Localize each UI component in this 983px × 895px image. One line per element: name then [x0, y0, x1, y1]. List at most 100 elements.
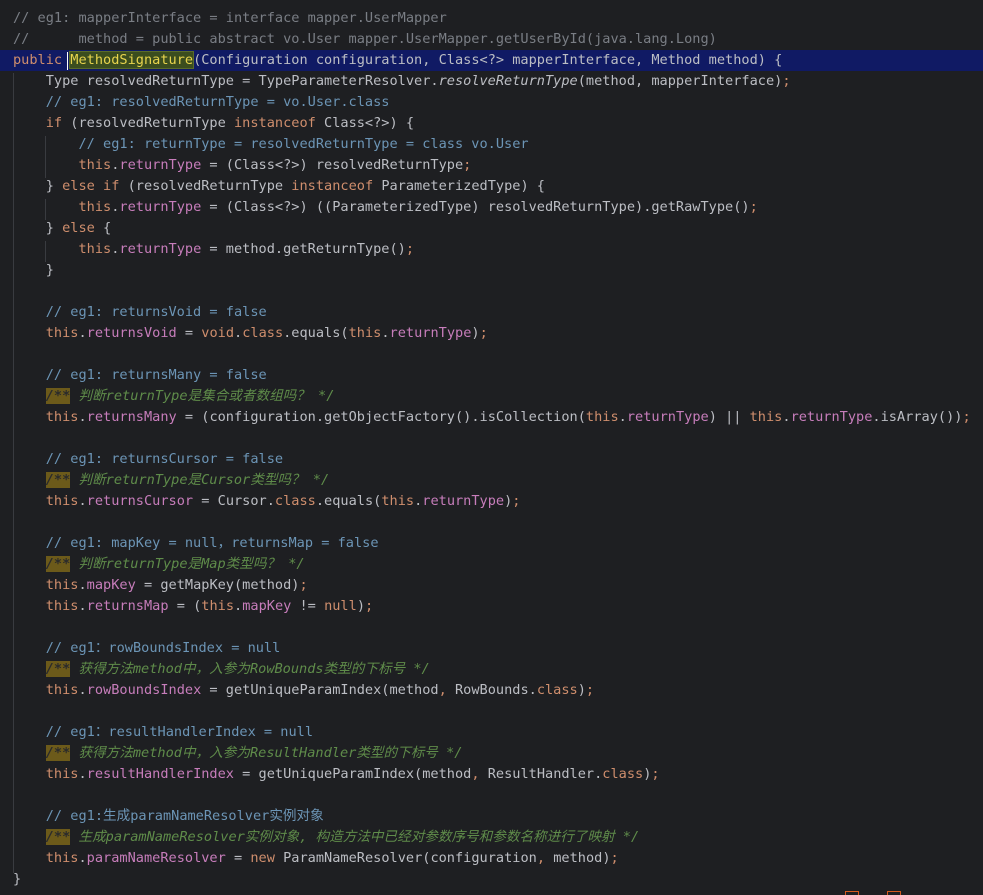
code-token: Class<?>) {: [324, 115, 415, 131]
code-token: this: [585, 409, 619, 425]
error-marker[interactable]: [845, 891, 859, 895]
code-line[interactable]: this.returnType = (Class<?>) ((Parameter…: [0, 197, 983, 218]
code-token: void: [201, 325, 235, 341]
code-line[interactable]: } else if (resolvedReturnType instanceof…: [0, 176, 983, 197]
code-line[interactable]: /** 判断returnType是Map类型吗？ */: [0, 554, 983, 575]
code-token: (resolvedReturnType: [70, 115, 234, 131]
code-line[interactable]: /** 获得方法method中，入参为RowBounds类型的下标号 */: [0, 659, 983, 680]
code-token: returnType: [389, 325, 472, 341]
code-token: // eg1: mapKey = null，returnsMap = false: [13, 535, 379, 551]
code-token: ParameterizedType) {: [381, 178, 545, 194]
code-token: ,: [438, 682, 455, 698]
code-line[interactable]: this.returnsMany = (configuration.getObj…: [0, 407, 983, 428]
code-token: .: [782, 409, 791, 425]
code-token: // method = public abstract vo.User mapp…: [13, 31, 717, 47]
code-token: =: [176, 325, 202, 341]
code-text: // eg1: returnType = resolvedReturnType …: [13, 134, 529, 155]
code-line[interactable]: }: [0, 869, 983, 890]
code-editor[interactable]: // eg1: mapperInterface = interface mapp…: [0, 0, 983, 895]
code-token: this: [13, 199, 112, 215]
code-text: // eg1：rowBoundsIndex = null: [13, 638, 281, 659]
code-line[interactable]: if (resolvedReturnType instanceof Class<…: [0, 113, 983, 134]
code-token: this: [13, 325, 79, 341]
code-text: /** 生成paramNameResolver实例对象, 构造方法中已经对参数序…: [13, 827, 639, 848]
code-token: !=: [291, 598, 325, 614]
code-line[interactable]: this.resultHandlerIndex = getUniqueParam…: [0, 764, 983, 785]
code-token: = (: [168, 598, 202, 614]
code-token: paramNameResolver: [86, 850, 226, 866]
code-line[interactable]: this.paramNameResolver = new ParamNameRe…: [0, 848, 983, 869]
code-line[interactable]: // eg1: returnsMany = false: [0, 365, 983, 386]
code-token: if: [13, 115, 71, 131]
code-token: ;: [651, 766, 660, 782]
code-line[interactable]: [0, 428, 983, 449]
code-token: // eg1: returnType = resolvedReturnType …: [13, 136, 529, 152]
code-token: .equals(: [283, 325, 349, 341]
code-line[interactable]: // eg1: mapperInterface = interface mapp…: [0, 8, 983, 29]
code-token: public: [13, 52, 71, 68]
code-line[interactable]: // eg1：resultHandlerIndex = null: [0, 722, 983, 743]
code-line[interactable]: Type resolvedReturnType = TypeParameterR…: [0, 71, 983, 92]
code-token: rowBoundsIndex: [86, 682, 202, 698]
code-token: this: [13, 598, 79, 614]
code-token: (method, mapperInterface): [577, 73, 783, 89]
code-token: {: [103, 220, 112, 236]
code-token: 获得方法method中，入参为RowBounds类型的下标号 */: [70, 661, 430, 677]
code-line[interactable]: this.returnType = method.getReturnType()…: [0, 239, 983, 260]
code-text: this.returnType = method.getReturnType()…: [13, 239, 414, 260]
code-line[interactable]: this.returnsVoid = void.class.equals(thi…: [0, 323, 983, 344]
code-line[interactable]: [0, 512, 983, 533]
code-line[interactable]: // eg1: resolvedReturnType = vo.User.cla…: [0, 92, 983, 113]
code-token: this: [13, 493, 79, 509]
code-token: .: [78, 766, 87, 782]
code-line[interactable]: this.mapKey = getMapKey(method);: [0, 575, 983, 596]
code-line[interactable]: // eg1: mapKey = null，returnsMap = false: [0, 533, 983, 554]
code-token: this: [348, 325, 382, 341]
code-token: .isArray()): [872, 409, 963, 425]
code-line[interactable]: [0, 701, 983, 722]
code-line[interactable]: [0, 281, 983, 302]
code-line[interactable]: // eg1: returnsCursor = false: [0, 449, 983, 470]
code-token: this: [13, 850, 79, 866]
code-line[interactable]: /** 判断returnType是Cursor类型吗？ */: [0, 470, 983, 491]
code-text: this.returnsMany = (configuration.getObj…: [13, 407, 971, 428]
code-line[interactable]: /** 生成paramNameResolver实例对象, 构造方法中已经对参数序…: [0, 827, 983, 848]
code-token: class: [536, 682, 578, 698]
code-line[interactable]: this.rowBoundsIndex = getUniqueParamInde…: [0, 680, 983, 701]
code-token: = getUniqueParamIndex(method: [234, 766, 472, 782]
code-token: returnsMany: [86, 409, 177, 425]
code-token: else if: [62, 178, 128, 194]
code-text: } else {: [13, 218, 111, 239]
code-line[interactable]: /** 判断returnType是集合或者数组吗？ */: [0, 386, 983, 407]
code-line[interactable]: [0, 344, 983, 365]
code-line[interactable]: // method = public abstract vo.User mapp…: [0, 29, 983, 50]
code-line[interactable]: // eg1: returnType = resolvedReturnType …: [0, 134, 983, 155]
code-line[interactable]: this.returnType = (Class<?>) resolvedRet…: [0, 155, 983, 176]
code-line[interactable]: } else {: [0, 218, 983, 239]
code-line[interactable]: }: [0, 260, 983, 281]
code-token: .: [78, 598, 87, 614]
code-token: // eg1: resolvedReturnType = vo.User.cla…: [13, 94, 390, 110]
code-line[interactable]: this.returnsMap = (this.mapKey != null);: [0, 596, 983, 617]
code-token: // eg1: returnsMany = false: [13, 367, 267, 383]
code-line[interactable]: /** 获得方法method中，入参为ResultHandler类型的下标号 *…: [0, 743, 983, 764]
code-line[interactable]: // eg1：rowBoundsIndex = null: [0, 638, 983, 659]
code-line[interactable]: [0, 617, 983, 638]
code-token: this: [13, 241, 112, 257]
code-line[interactable]: public MethodSignature(Configuration con…: [0, 50, 983, 71]
code-token: null: [324, 598, 357, 614]
code-line[interactable]: // eg1: returnsVoid = false: [0, 302, 983, 323]
code-token: ;: [463, 157, 472, 173]
code-token: (resolvedReturnType: [127, 178, 292, 194]
code-token: ) ||: [708, 409, 750, 425]
code-line[interactable]: this.returnsCursor = Cursor.class.equals…: [0, 491, 983, 512]
code-token: ,: [536, 850, 554, 866]
code-text: } else if (resolvedReturnType instanceof…: [13, 176, 545, 197]
code-token: 判断returnType是集合或者数组吗？ */: [70, 388, 335, 404]
code-line[interactable]: // eg1:生成paramNameResolver实例对象: [0, 806, 983, 827]
code-line[interactable]: [0, 785, 983, 806]
code-token: // eg1: returnsVoid = false: [13, 304, 267, 320]
code-token: .: [381, 325, 390, 341]
error-marker[interactable]: [887, 891, 901, 895]
